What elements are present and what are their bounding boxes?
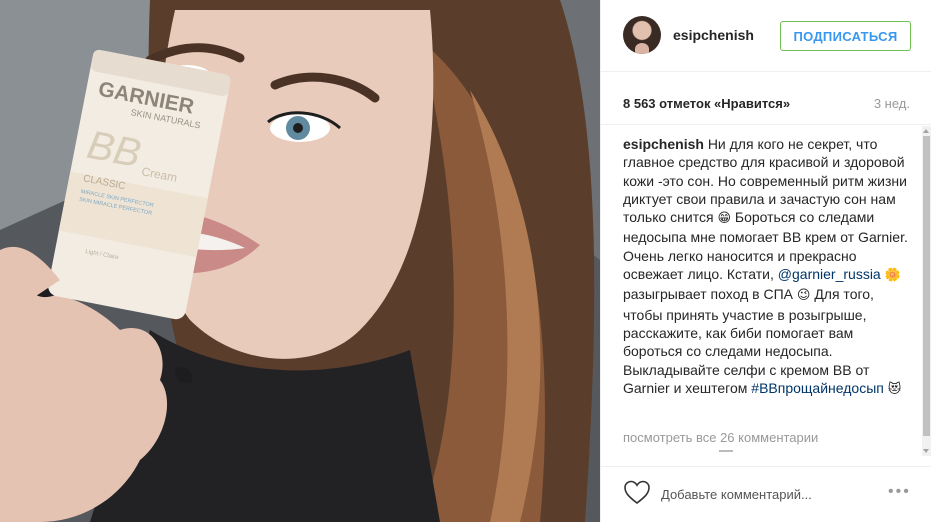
- hashtag-link[interactable]: #BBпрощайнедосып: [751, 380, 884, 396]
- heart-outline-icon[interactable]: [623, 479, 651, 505]
- comments-scrollbar[interactable]: [922, 126, 931, 456]
- next-comment-cutoff: [719, 450, 733, 455]
- wink-emoji-icon: 😉: [796, 288, 811, 304]
- selfie-illustration: GARNIER SKIN NATURALS BB Cream CLASSIC M…: [0, 0, 600, 522]
- post-sidebar: esipchenish ПОДПИСАТЬСЯ 8 563 отметок «Н…: [600, 0, 931, 522]
- username-link[interactable]: esipchenish: [673, 27, 754, 43]
- cat-emoji-icon: 😻: [887, 381, 902, 397]
- view-all-comments-link[interactable]: посмотреть все 26 комментарии: [623, 430, 818, 445]
- post-meta: 8 563 отметок «Нравится» 3 нед.: [601, 72, 931, 125]
- post-photo[interactable]: GARNIER SKIN NATURALS BB Cream CLASSIC M…: [0, 0, 600, 522]
- grin-emoji-icon: 😁: [717, 211, 731, 227]
- scroll-up-arrow-icon[interactable]: [923, 129, 929, 133]
- flower-emoji-icon: 🌼: [884, 268, 901, 284]
- scroll-down-arrow-icon[interactable]: [923, 449, 929, 453]
- comments-area[interactable]: esipchenish Ни для кого не секрет, что г…: [601, 125, 922, 455]
- caption-author-link[interactable]: esipchenish: [623, 136, 704, 152]
- add-comment-input[interactable]: [661, 484, 871, 504]
- ellipsis-icon[interactable]: •••: [888, 483, 911, 501]
- avatar[interactable]: [623, 16, 661, 54]
- caption-text-3: разыгрывает поход в СПА: [623, 286, 793, 303]
- post-time[interactable]: 3 нед.: [874, 96, 910, 111]
- mention-link[interactable]: @garnier_russia: [778, 266, 881, 282]
- follow-button[interactable]: ПОДПИСАТЬСЯ: [780, 21, 911, 51]
- likes-count[interactable]: 8 563 отметок «Нравится»: [623, 96, 790, 111]
- post-header: esipchenish ПОДПИСАТЬСЯ: [601, 0, 931, 72]
- scroll-thumb[interactable]: [923, 136, 930, 436]
- post-caption: esipchenish Ни для кого не секрет, что г…: [623, 135, 916, 399]
- post-footer: •••: [601, 466, 931, 522]
